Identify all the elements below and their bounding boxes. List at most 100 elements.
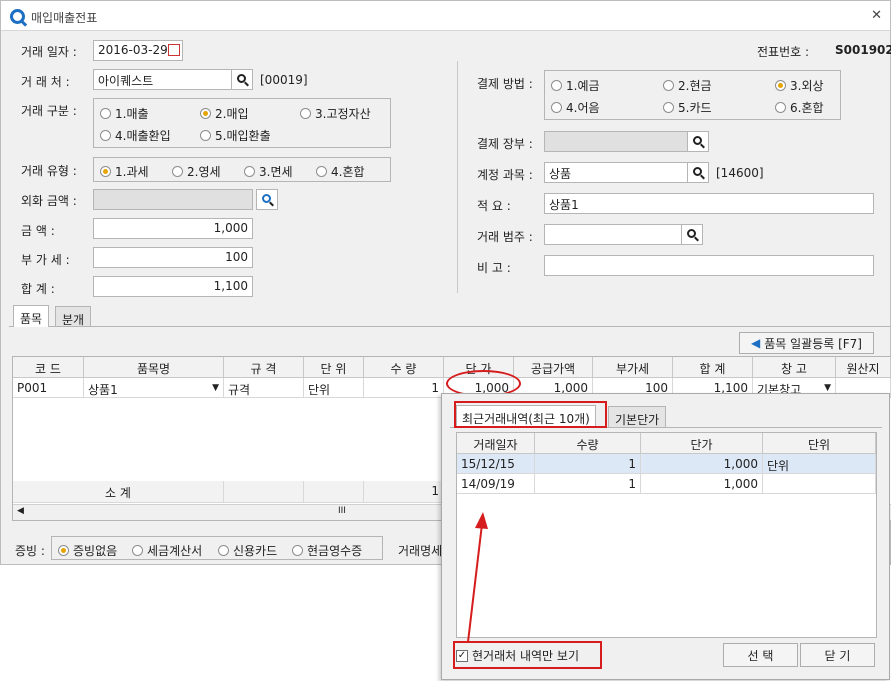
vat-field[interactable]: 100	[93, 247, 253, 268]
amount-field[interactable]: 1,000	[93, 218, 253, 239]
ledger-search-button[interactable]	[687, 131, 709, 152]
kind-option-1[interactable]: 1.매출	[100, 105, 149, 122]
col-header-unit[interactable]: 단위	[763, 433, 876, 454]
tab-base-price[interactable]: 기본단가	[608, 406, 667, 428]
col-header-date[interactable]: 거래일자	[457, 433, 535, 454]
zoom-icon	[261, 194, 271, 203]
col-header-code[interactable]: 코 드	[13, 357, 84, 378]
evidence-option-none[interactable]: 증빙없음	[58, 542, 117, 559]
col-header-vat[interactable]: 부가세	[593, 357, 673, 378]
fx-search-button[interactable]	[256, 189, 278, 210]
ledger-label: 결제 장부 :	[477, 137, 533, 151]
evidence-label: 증빙 :	[15, 544, 45, 558]
radio-selected-icon	[100, 166, 111, 177]
col-header-spec[interactable]: 규 격	[224, 357, 304, 378]
account-label: 계정 과목 :	[477, 168, 533, 182]
row-unit[interactable]: 단위	[304, 378, 364, 398]
account-field[interactable]: 상품	[544, 162, 689, 183]
col-header-origin[interactable]: 원산지	[836, 357, 891, 378]
type-option-2[interactable]: 2.영세	[172, 163, 221, 180]
row-item-name[interactable]: 상품1 ▼	[84, 378, 224, 398]
date-label: 거래 일자 :	[21, 45, 77, 59]
evidence-option-tax[interactable]: 세금계산서	[132, 542, 202, 559]
column-divider	[457, 61, 458, 293]
client-field[interactable]: 아이퀘스트	[93, 69, 233, 90]
dropdown-arrow-icon[interactable]: ▼	[212, 383, 219, 393]
evidence-radio-group: 증빙없음 세금계산서 신용카드 현금영수증	[51, 536, 383, 560]
col-header-supply[interactable]: 공급가액	[514, 357, 593, 378]
window-title: 매입매출전표	[31, 11, 98, 25]
account-value: 상품	[549, 167, 572, 181]
dropdown-arrow-icon[interactable]: ▼	[824, 383, 831, 393]
kind-option-label: 5.매입환출	[215, 129, 271, 143]
pay-option-label: 5.카드	[678, 101, 712, 115]
history-row-1-unit[interactable]: 단위	[763, 454, 876, 474]
popup-close-button[interactable]: 닫 기	[800, 643, 875, 667]
history-row-2-date[interactable]: 14/09/19	[457, 474, 535, 494]
row-item-name-value: 상품1	[88, 383, 118, 397]
fx-amount-field[interactable]	[93, 189, 253, 210]
col-header-total[interactable]: 합 계	[673, 357, 753, 378]
history-row-2-qty[interactable]: 1	[535, 474, 641, 494]
col-header-unit[interactable]: 단 위	[304, 357, 364, 378]
bulk-register-button[interactable]: ◀ 품목 일괄등록 [F7]	[739, 332, 874, 354]
evidence-option-cash[interactable]: 현금영수증	[292, 542, 362, 559]
type-option-label: 4.혼합	[331, 165, 365, 179]
category-field[interactable]	[544, 224, 689, 245]
pay-option-6[interactable]: 6.혼합	[775, 99, 824, 116]
vat-label: 부 가 세 :	[21, 253, 70, 267]
col-header-price[interactable]: 단가	[641, 433, 763, 454]
tab-journal[interactable]: 분개	[55, 306, 92, 327]
kind-option-4[interactable]: 4.매출환입	[100, 127, 171, 144]
memo-field[interactable]: 상품1	[544, 193, 874, 214]
calendar-icon[interactable]	[168, 44, 180, 56]
col-header-qty[interactable]: 수 량	[364, 357, 444, 378]
pay-option-3[interactable]: 3.외상	[775, 77, 824, 94]
pay-option-2[interactable]: 2.현금	[663, 77, 712, 94]
memo-value: 상품1	[549, 198, 579, 212]
pay-option-label: 1.예금	[566, 79, 600, 93]
col-header-qty[interactable]: 수량	[535, 433, 641, 454]
pay-option-5[interactable]: 5.카드	[663, 99, 712, 116]
evidence-option-card[interactable]: 신용카드	[218, 542, 277, 559]
kind-option-2[interactable]: 2.매입	[200, 105, 249, 122]
pay-option-label: 2.현금	[678, 79, 712, 93]
history-row-1-price[interactable]: 1,000	[641, 454, 763, 474]
history-row-2-price[interactable]: 1,000	[641, 474, 763, 494]
note-field[interactable]	[544, 255, 874, 276]
bulk-register-label: 품목 일괄등록 [F7]	[764, 336, 862, 351]
row-qty[interactable]: 1	[364, 378, 444, 398]
history-row-1-date[interactable]: 15/12/15	[457, 454, 535, 474]
account-search-button[interactable]	[687, 162, 709, 183]
kind-option-3[interactable]: 3.고정자산	[300, 105, 371, 122]
client-search-button[interactable]	[231, 69, 253, 90]
scroll-thumb[interactable]: III	[338, 506, 346, 516]
kind-option-label: 1.매출	[115, 107, 149, 121]
type-option-3[interactable]: 3.면세	[244, 163, 293, 180]
type-label: 거래 유형 :	[21, 164, 77, 178]
pay-option-1[interactable]: 1.예금	[551, 77, 600, 94]
close-icon[interactable]: ✕	[871, 8, 882, 23]
row-spec[interactable]: 규격	[224, 378, 304, 398]
history-row-1-qty[interactable]: 1	[535, 454, 641, 474]
scroll-left-icon[interactable]: ◀	[17, 506, 24, 516]
select-button[interactable]: 선 택	[723, 643, 798, 667]
tab-items[interactable]: 품목	[13, 305, 50, 327]
ledger-field[interactable]	[544, 131, 689, 152]
type-option-1[interactable]: 1.과세	[100, 163, 149, 180]
subtotal-qty: 1	[364, 481, 444, 503]
category-search-button[interactable]	[681, 224, 703, 245]
radio-icon	[218, 545, 229, 556]
col-header-warehouse[interactable]: 창 고	[753, 357, 836, 378]
history-row-2-unit[interactable]	[763, 474, 876, 494]
subtotal-label: 소 계	[13, 481, 224, 503]
pay-option-4[interactable]: 4.어음	[551, 99, 600, 116]
total-label: 합 계 :	[21, 282, 55, 296]
total-field[interactable]: 1,100	[93, 276, 253, 297]
radio-icon	[244, 166, 255, 177]
kind-option-5[interactable]: 5.매입환출	[200, 127, 271, 144]
radio-icon	[100, 130, 111, 141]
type-option-4[interactable]: 4.혼합	[316, 163, 365, 180]
row-code[interactable]: P001	[13, 378, 84, 398]
col-header-name[interactable]: 품목명	[84, 357, 224, 378]
